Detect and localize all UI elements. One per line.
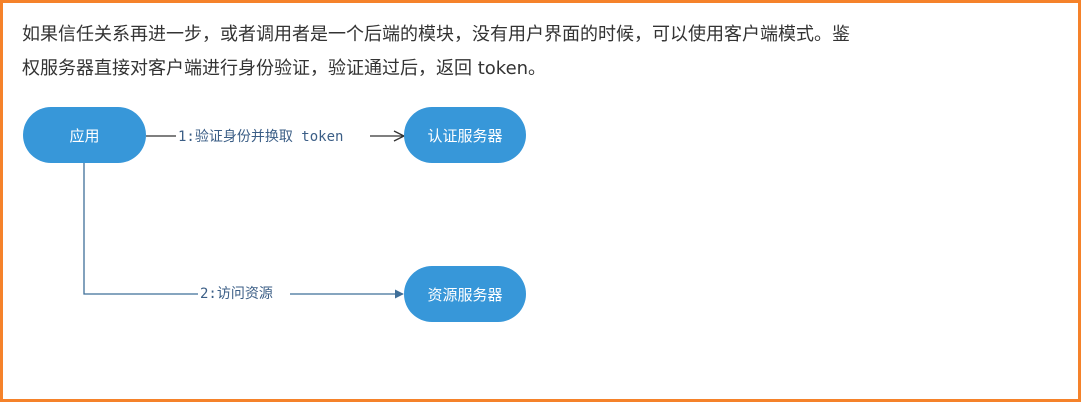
client-credentials-diagram: 1:验证身份并换取 token 2:访问资源 应用 认证服务器 资源服务器 [23,107,526,322]
edge-auth-label: 1:验证身份并换取 token [178,128,343,145]
node-auth-server-label: 认证服务器 [427,127,502,145]
node-resource-server-label: 资源服务器 [427,286,502,304]
node-app-label: 应用 [69,127,99,145]
edge-resource-line [83,163,404,299]
edge-resource-label: 2:访问资源 [200,286,273,302]
